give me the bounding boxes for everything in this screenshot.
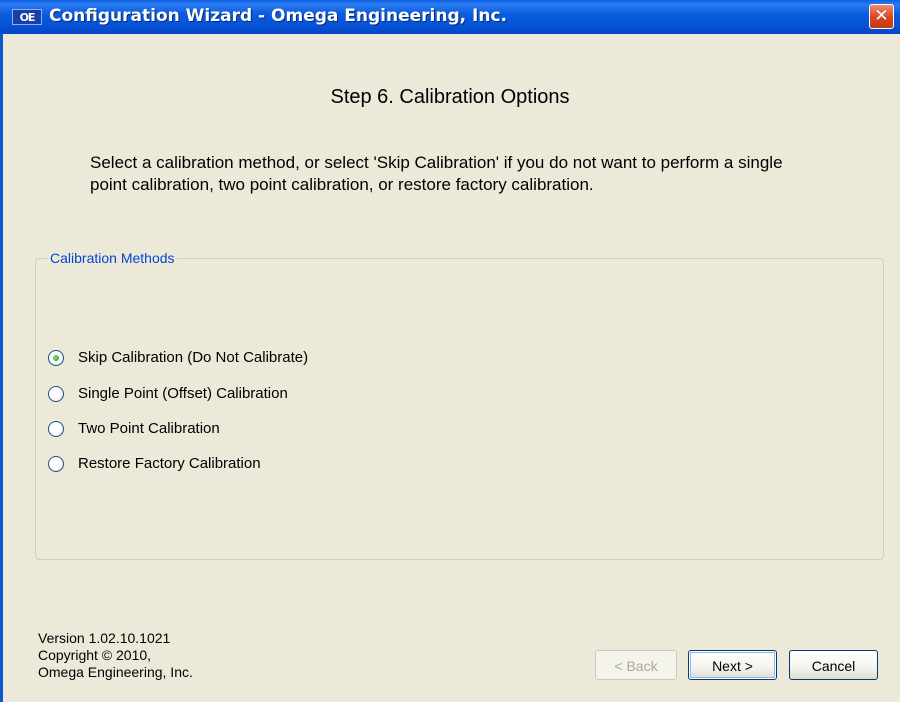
group-legend: Calibration Methods xyxy=(48,250,177,266)
window-title: Configuration Wizard - Omega Engineering… xyxy=(49,6,507,26)
step-title: Step 6. Calibration Options xyxy=(330,86,570,108)
company-text: Omega Engineering, Inc. xyxy=(38,664,193,680)
radio-label[interactable]: Single Point (Offset) Calibration xyxy=(78,385,288,402)
radio-selected-dot xyxy=(53,355,59,361)
radio-label[interactable]: Skip Calibration (Do Not Calibrate) xyxy=(78,349,308,366)
radio-button[interactable] xyxy=(48,350,64,366)
close-icon: ✕ xyxy=(874,6,889,26)
app-icon: OE xyxy=(12,9,42,25)
radio-button[interactable] xyxy=(48,386,64,402)
cancel-button[interactable]: Cancel xyxy=(789,650,878,680)
window-frame-left xyxy=(0,34,3,702)
next-button[interactable]: Next > xyxy=(688,650,777,680)
radio-button[interactable] xyxy=(48,456,64,472)
instructions-text: Select a calibration method, or select '… xyxy=(90,153,783,194)
close-button[interactable]: ✕ xyxy=(869,4,894,29)
version-text: Version 1.02.10.1021 xyxy=(38,630,171,646)
calibration-methods-group: Calibration Methods xyxy=(35,250,884,560)
radio-label[interactable]: Restore Factory Calibration xyxy=(78,455,261,472)
radio-label[interactable]: Two Point Calibration xyxy=(78,420,220,437)
copyright-text: Copyright © 2010, xyxy=(38,647,152,663)
back-button[interactable]: < Back xyxy=(595,650,677,680)
radio-button[interactable] xyxy=(48,421,64,437)
title-bar[interactable]: OE Configuration Wizard - Omega Engineer… xyxy=(0,0,900,34)
